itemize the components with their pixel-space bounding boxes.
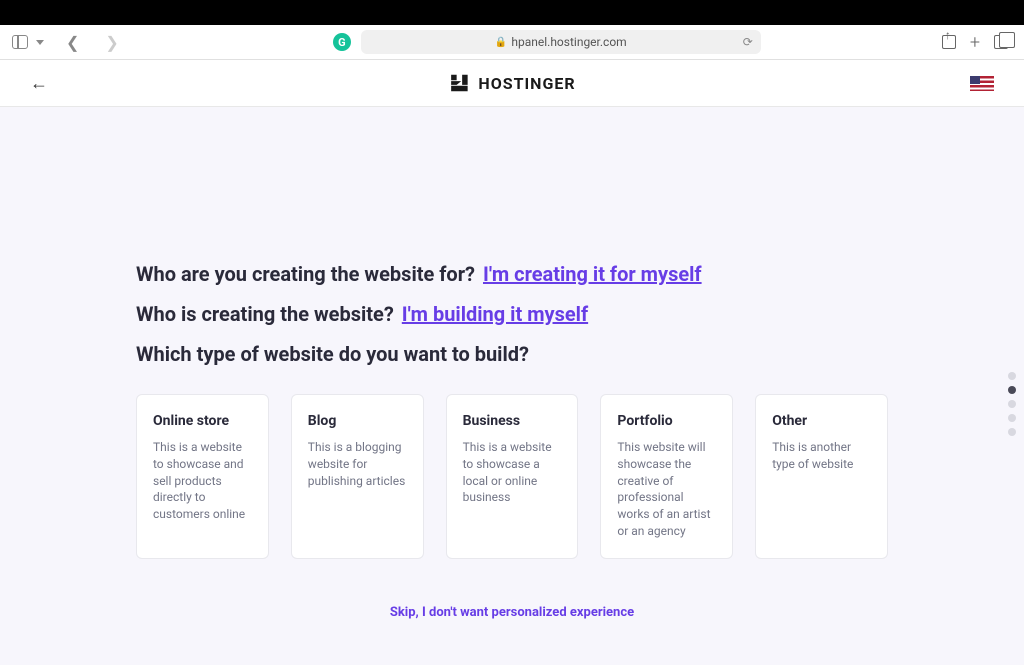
- main-content: Who are you creating the website for? I'…: [0, 107, 1024, 665]
- top-black-bar: [0, 0, 1024, 25]
- lock-icon: 🔒: [495, 37, 507, 48]
- card-title: Portfolio: [617, 413, 716, 429]
- cards-container: Online store This is a website to showca…: [136, 394, 888, 559]
- card-other[interactable]: Other This is another type of website: [755, 394, 888, 559]
- question-2-answer-link[interactable]: I'm building it myself: [402, 302, 588, 326]
- progress-dots: [1008, 372, 1016, 436]
- card-title: Other: [772, 413, 871, 429]
- question-1-label: Who are you creating the website for?: [136, 262, 475, 286]
- tabs-icon[interactable]: [994, 35, 1008, 49]
- question-3-label: Which type of website do you want to bui…: [136, 342, 529, 366]
- progress-dot-3: [1008, 400, 1016, 408]
- question-row-2: Who is creating the website? I'm buildin…: [136, 302, 888, 326]
- back-nav-button[interactable]: ❮: [62, 33, 83, 52]
- browser-chrome: ❮ ❯ G 🔒 hpanel.hostinger.com ⟳ +: [0, 25, 1024, 60]
- card-desc: This is another type of website: [772, 439, 871, 473]
- card-title: Blog: [308, 413, 407, 429]
- card-title: Business: [463, 413, 562, 429]
- card-portfolio[interactable]: Portfolio This website will showcase the…: [600, 394, 733, 559]
- url-text: hpanel.hostinger.com: [511, 35, 626, 49]
- progress-dot-2: [1008, 386, 1016, 394]
- card-desc: This is a website to showcase a local or…: [463, 439, 562, 506]
- card-business[interactable]: Business This is a website to showcase a…: [446, 394, 579, 559]
- logo-text: HOSTINGER: [478, 74, 575, 93]
- question-row-1: Who are you creating the website for? I'…: [136, 262, 888, 286]
- card-online-store[interactable]: Online store This is a website to showca…: [136, 394, 269, 559]
- logo[interactable]: HOSTINGER: [448, 72, 575, 94]
- chevron-down-icon[interactable]: [36, 40, 44, 45]
- progress-dot-1: [1008, 372, 1016, 380]
- forward-nav-button[interactable]: ❯: [101, 33, 122, 52]
- progress-dot-4: [1008, 414, 1016, 422]
- question-row-3: Which type of website do you want to bui…: [136, 342, 888, 366]
- card-desc: This website will showcase the creative …: [617, 439, 716, 540]
- share-icon[interactable]: [942, 35, 956, 49]
- card-desc: This is a website to showcase and sell p…: [153, 439, 252, 523]
- skip-link[interactable]: Skip, I don't want personalized experien…: [390, 605, 634, 620]
- back-arrow-button[interactable]: ←: [30, 73, 48, 94]
- sidebar-toggle-icon[interactable]: [12, 35, 28, 49]
- card-desc: This is a blogging website for publishin…: [308, 439, 407, 489]
- app-header: ← HOSTINGER: [0, 60, 1024, 107]
- progress-dot-5: [1008, 428, 1016, 436]
- grammarly-icon[interactable]: G: [333, 33, 351, 51]
- reload-icon[interactable]: ⟳: [743, 35, 753, 49]
- address-bar[interactable]: 🔒 hpanel.hostinger.com ⟳: [361, 30, 761, 54]
- language-flag-us[interactable]: [970, 76, 994, 91]
- card-blog[interactable]: Blog This is a blogging website for publ…: [291, 394, 424, 559]
- question-1-answer-link[interactable]: I'm creating it for myself: [483, 262, 702, 286]
- hostinger-logo-icon: [448, 72, 470, 94]
- question-2-label: Who is creating the website?: [136, 302, 394, 326]
- new-tab-icon[interactable]: +: [970, 32, 980, 53]
- card-title: Online store: [153, 413, 252, 429]
